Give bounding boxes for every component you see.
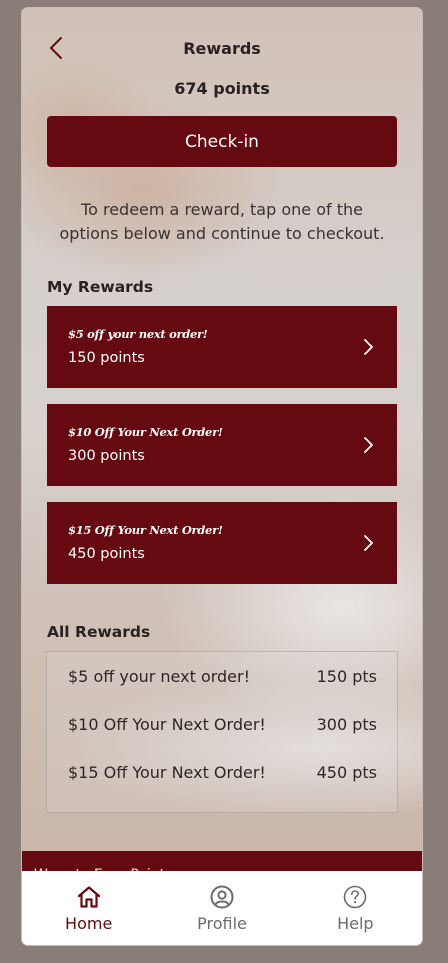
reward-name: $5 off your next order! — [68, 327, 208, 341]
reward-points: 150 pts — [316, 666, 377, 686]
reward-card[interactable]: $10 Off Your Next Order! 300 points — [47, 404, 397, 486]
reward-card[interactable]: $15 Off Your Next Order! 450 points — [47, 502, 397, 584]
chevron-right-icon — [364, 535, 373, 551]
reward-card[interactable]: $5 off your next order! 150 points — [47, 306, 397, 388]
points-total: 674 points — [174, 79, 270, 98]
page-title: Rewards — [183, 39, 261, 58]
reward-points: 450 points — [68, 546, 145, 562]
check-in-button[interactable]: Check-in — [47, 116, 397, 167]
list-item[interactable]: $5 off your next order! 150 pts — [68, 664, 377, 688]
reward-points: 300 pts — [316, 714, 377, 734]
reward-name: $5 off your next order! — [68, 666, 251, 686]
bottom-tab-bar: Home Profile Help — [22, 871, 422, 945]
reward-name: $15 Off Your Next Order! — [68, 762, 266, 782]
my-rewards-title: My Rewards — [47, 278, 154, 296]
home-icon — [77, 886, 100, 908]
tab-label: Help — [337, 914, 374, 933]
chevron-right-icon — [364, 339, 373, 355]
reward-points: 150 points — [68, 350, 145, 366]
help-icon — [344, 885, 367, 909]
tab-help[interactable]: Help — [289, 871, 422, 945]
list-item[interactable]: $10 Off Your Next Order! 300 pts — [68, 712, 377, 736]
reward-name: $15 Off Your Next Order! — [68, 523, 223, 537]
reward-name: $10 Off Your Next Order! — [68, 714, 266, 734]
profile-icon — [210, 885, 234, 909]
reward-name: $10 Off Your Next Order! — [68, 425, 223, 439]
reward-points: 450 pts — [316, 762, 377, 782]
tab-label: Home — [65, 914, 113, 933]
all-rewards-list: $5 off your next order! 150 pts $10 Off … — [46, 651, 398, 813]
all-rewards-title: All Rewards — [47, 623, 151, 641]
list-item[interactable]: $15 Off Your Next Order! 450 pts — [68, 760, 377, 784]
tab-home[interactable]: Home — [22, 871, 155, 945]
redeem-instructions: To redeem a reward, tap one of the optio… — [59, 200, 385, 243]
app-screen: Rewards 674 points Check-in To redeem a … — [22, 8, 422, 945]
tab-label: Profile — [197, 914, 247, 933]
reward-points: 300 points — [68, 448, 145, 464]
tab-profile[interactable]: Profile — [155, 871, 288, 945]
chevron-right-icon — [364, 437, 373, 453]
